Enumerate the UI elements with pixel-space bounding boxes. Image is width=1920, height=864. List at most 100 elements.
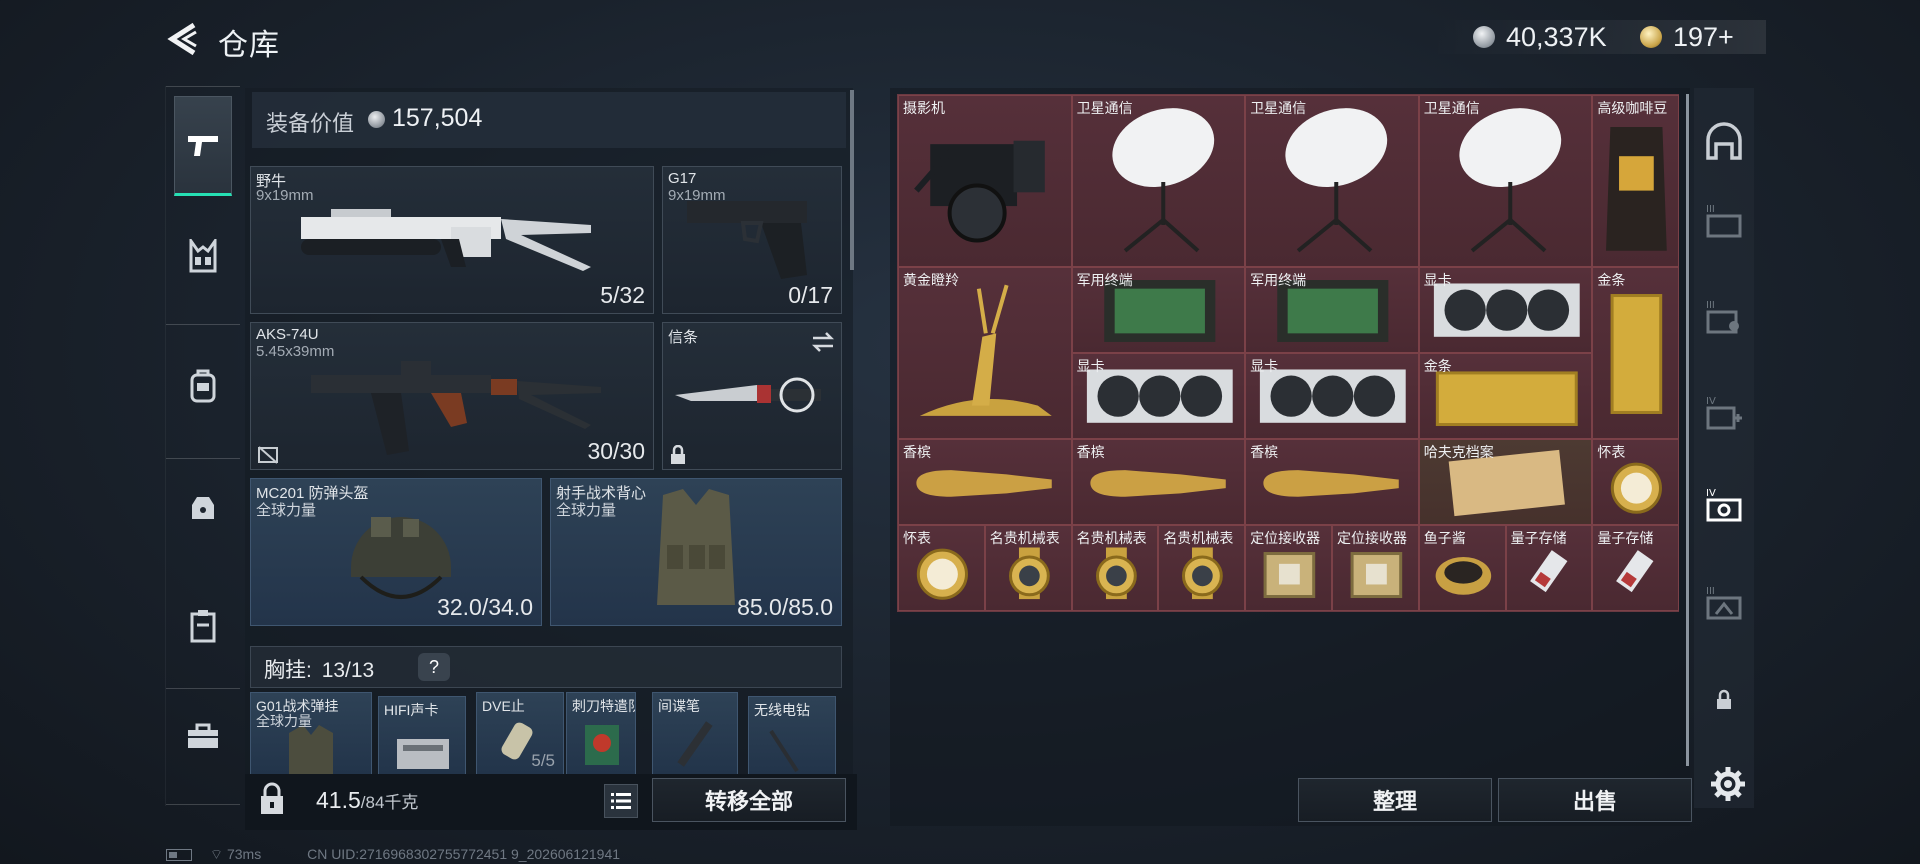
stash-item[interactable]: 卫星通信 <box>1071 95 1246 267</box>
swap-icon[interactable] <box>811 331 835 353</box>
stash-tab-4-active[interactable]: IV <box>1700 480 1748 528</box>
lock-icon <box>1717 689 1731 709</box>
no-scope-icon <box>258 446 278 464</box>
stash-item[interactable]: 香槟 <box>1071 439 1246 525</box>
stash-item[interactable]: 量子存储 <box>1592 525 1680 611</box>
transfer-all-button[interactable]: 转移全部 <box>652 778 846 822</box>
lock-icon <box>671 445 685 464</box>
stash-tab-3[interactable]: IV <box>1700 388 1748 436</box>
stash-item-name: 金条 <box>1423 358 1452 374</box>
stash-item[interactable]: 名贵机械表 <box>984 525 1072 611</box>
nav-toolbox-tab[interactable] <box>174 686 232 786</box>
bunker-icon <box>1706 122 1742 160</box>
stash-item[interactable]: 摄影机 <box>898 95 1072 267</box>
stash-item-name: 黄金瞪羚 <box>903 272 959 288</box>
stash-item-name: 卫星通信 <box>1250 100 1307 116</box>
back-button[interactable] <box>166 22 200 56</box>
stash-item[interactable]: 名贵机械表 <box>1158 525 1246 611</box>
stash-item[interactable]: 定位接收器 <box>1245 525 1332 611</box>
melee-slot[interactable]: 信条 <box>662 322 842 470</box>
nav-weapons-tab[interactable] <box>174 96 232 196</box>
list-view-button[interactable] <box>604 784 638 818</box>
stash-item[interactable]: 金条 <box>1418 353 1593 439</box>
equipment-scrollbar[interactable] <box>850 90 854 270</box>
patch-image <box>585 725 619 765</box>
stash-tab-locked[interactable] <box>1700 676 1748 724</box>
stash-item-name: 定位接收器 <box>1337 530 1407 546</box>
stash-item[interactable]: 军用终端 <box>1071 267 1246 353</box>
stash-item[interactable]: 怀表 <box>898 525 985 611</box>
stash-tab-main[interactable] <box>1700 118 1748 166</box>
inventory-pocket[interactable]: DVE止 5/5 <box>476 692 564 776</box>
stash-item[interactable]: 定位接收器 <box>1332 525 1419 611</box>
helmet-durability: 32.0/34.0 <box>437 594 533 620</box>
nav-pouch-tab[interactable] <box>174 456 232 556</box>
stash-item[interactable]: 量子存储 <box>1505 525 1593 611</box>
silver-coin-icon <box>1473 26 1495 48</box>
pocket-brand: 全球力量 <box>256 713 312 729</box>
gold-amount[interactable]: 197+ <box>1673 22 1734 53</box>
battery-icon <box>166 849 192 862</box>
sell-button[interactable]: 出售 <box>1498 778 1692 822</box>
nav-backpack-tab[interactable] <box>174 336 232 436</box>
left-nav <box>165 86 240 806</box>
pouch-icon <box>192 497 214 519</box>
sort-button[interactable]: 整理 <box>1298 778 1492 822</box>
stash-item[interactable]: 黄金瞪羚 <box>898 267 1072 439</box>
camera-image <box>914 140 1045 243</box>
stash-item[interactable]: 金条 <box>1592 267 1680 439</box>
stash-item[interactable]: 哈夫克档案 <box>1418 439 1593 525</box>
stash-item[interactable]: 香槟 <box>1245 439 1419 525</box>
stash-item[interactable]: 怀表 <box>1592 439 1680 525</box>
stash-item-name: 量子存储 <box>1510 530 1567 546</box>
chest-rig-count: 13/13 <box>321 659 375 682</box>
stash-item[interactable]: 显卡 <box>1418 267 1593 353</box>
backpack-icon <box>190 369 216 403</box>
inventory-pocket[interactable]: 刺刀特遣队 <box>566 692 636 776</box>
sound-card-image <box>397 739 449 769</box>
inventory-pocket[interactable]: HIFI声卡 <box>378 696 466 776</box>
stash-item-name: 名贵机械表 <box>1163 530 1234 546</box>
chest-rig-help-button[interactable]: ? <box>418 653 450 681</box>
aks74u-rifle-image <box>311 361 601 455</box>
ping-value: 73ms <box>226 846 262 862</box>
stash-item[interactable]: 军用终端 <box>1245 267 1419 353</box>
stash-item-name: 金条 <box>1597 272 1626 288</box>
stash-item[interactable]: 卫星通信 <box>1418 95 1593 267</box>
stash-item[interactable]: 显卡 <box>1071 353 1246 439</box>
melee-name: 信条 <box>668 329 699 346</box>
stash-item-name: 香槟 <box>1250 444 1279 460</box>
settings-button[interactable] <box>1704 760 1752 808</box>
svg-text:III: III <box>1706 586 1715 597</box>
weight-lock-button[interactable] <box>252 780 292 820</box>
stash-item[interactable]: 高级咖啡豆 <box>1592 95 1680 267</box>
sidearm-slot[interactable]: G17 9x19mm 0/17 <box>662 166 842 314</box>
nav-chest-rig-tab[interactable] <box>174 206 232 306</box>
stash-tab-2[interactable]: III <box>1700 292 1748 340</box>
dish-image <box>1459 108 1561 253</box>
inventory-pocket[interactable]: 无线电钻 <box>748 696 836 776</box>
pocket-name: 间谍笔 <box>658 698 700 714</box>
stash-item[interactable]: 名贵机械表 <box>1071 525 1159 611</box>
stash-tab-1[interactable]: III <box>1700 196 1748 244</box>
stash-item[interactable]: 鱼子酱 <box>1418 525 1506 611</box>
primary-weapon-slot[interactable]: 野牛 9x19mm 5/32 <box>250 166 654 314</box>
stash-scrollbar[interactable] <box>1686 94 1689 766</box>
stash-item[interactable]: 显卡 <box>1245 353 1419 439</box>
armor-slot[interactable]: 射手战术背心 全球力量 85.0/85.0 <box>550 478 842 626</box>
knife-image <box>675 377 821 413</box>
inventory-pocket[interactable]: 间谍笔 <box>652 692 738 776</box>
armor-brand: 全球力量 <box>556 502 617 519</box>
sidearm-ammo-count: 0/17 <box>788 282 833 308</box>
secondary-weapon-slot[interactable]: AKS-74U 5.45x39mm 30/30 <box>250 322 654 470</box>
chest-rig-pocket[interactable]: G01战术弹挂 全球力量 <box>250 692 372 776</box>
stash-item-name: 军用终端 <box>1250 272 1307 288</box>
nav-safe-box-tab[interactable] <box>174 576 232 676</box>
stash-item[interactable]: 卫星通信 <box>1245 95 1419 267</box>
stash-item[interactable]: 香槟 <box>898 439 1072 525</box>
stash-item-name: 显卡 <box>1423 272 1452 288</box>
spy-pen-image <box>677 721 713 767</box>
stash-tab-5[interactable]: III <box>1700 578 1748 626</box>
helmet-slot[interactable]: MC201 防弹头盔 全球力量 32.0/34.0 <box>250 478 542 626</box>
stash-item-name: 哈夫克档案 <box>1423 444 1494 460</box>
